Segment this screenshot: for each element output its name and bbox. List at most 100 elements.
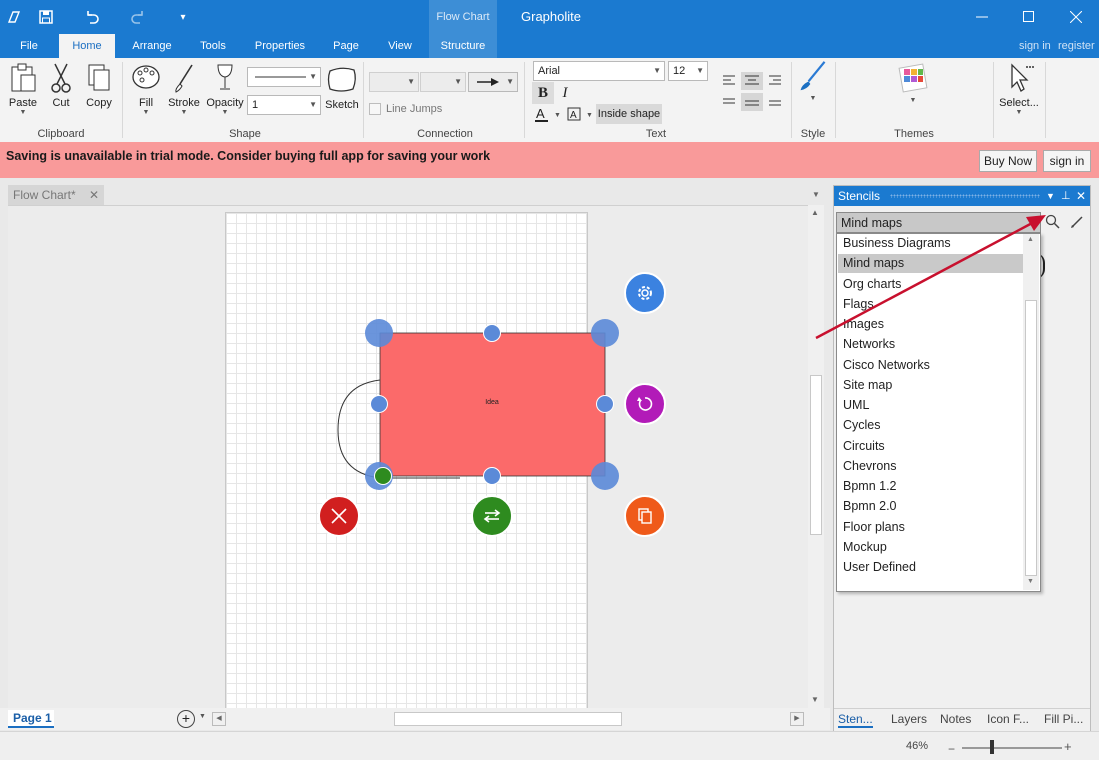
- connection-point-handle[interactable]: [374, 467, 392, 485]
- swap-shape-button[interactable]: [471, 495, 513, 537]
- vertical-scroll-thumb[interactable]: [810, 375, 822, 535]
- align-center-top-button[interactable]: [741, 72, 763, 90]
- resize-handle-bottom-right[interactable]: [591, 462, 619, 490]
- scroll-down-icon[interactable]: ▼: [811, 695, 819, 704]
- tab-view[interactable]: View: [380, 34, 420, 58]
- scroll-left-icon[interactable]: ◀: [212, 712, 226, 726]
- close-icon[interactable]: [1053, 0, 1099, 34]
- tab-file[interactable]: File: [8, 34, 50, 58]
- opacity-button[interactable]: Opacity ▼: [205, 62, 245, 116]
- horizontal-scroll-thumb[interactable]: [394, 712, 622, 726]
- stencil-item-mockup[interactable]: Mockup: [842, 538, 1023, 557]
- register-link[interactable]: register: [1058, 40, 1095, 52]
- panel-tab-stencils[interactable]: Sten...: [838, 712, 873, 728]
- panel-tab-layers[interactable]: Layers: [891, 712, 927, 726]
- connection-end-select[interactable]: ▼: [420, 72, 466, 92]
- page-menu-icon[interactable]: ▼: [199, 713, 206, 720]
- zoom-out-icon[interactable]: −: [948, 742, 955, 756]
- paste-button[interactable]: Paste ▼: [6, 62, 40, 116]
- style-button[interactable]: ▼: [795, 60, 831, 102]
- page-tab[interactable]: Page 1: [8, 710, 54, 728]
- text-background-button[interactable]: A ▼: [566, 106, 596, 124]
- resize-handle-top[interactable]: [483, 324, 501, 342]
- document-tab[interactable]: Flow Chart* ✕: [8, 185, 104, 205]
- line-width-select[interactable]: 1 ▼: [247, 95, 321, 115]
- align-right-bottom-button[interactable]: [765, 93, 785, 111]
- sign-in-link[interactable]: sign in: [1019, 40, 1051, 52]
- close-tab-icon[interactable]: ✕: [89, 185, 99, 205]
- inside-shape-button[interactable]: Inside shape: [596, 104, 662, 124]
- bold-button[interactable]: B: [532, 82, 554, 104]
- minimize-icon[interactable]: [959, 0, 1005, 34]
- maximize-icon[interactable]: [1006, 0, 1052, 34]
- panel-menu-icon[interactable]: ▼: [1046, 186, 1055, 206]
- stencil-item-circuits[interactable]: Circuits: [842, 437, 1023, 456]
- ribbon-tab-bar: File Home Arrange Tools Properties Page …: [0, 34, 1099, 58]
- shape-settings-button[interactable]: [624, 272, 666, 314]
- panel-close-icon[interactable]: ✕: [1076, 186, 1086, 206]
- font-family-select[interactable]: Arial ▼: [533, 61, 665, 81]
- save-icon[interactable]: [34, 5, 58, 29]
- resize-handle-right[interactable]: [596, 395, 614, 413]
- sketch-button[interactable]: Sketch: [325, 64, 359, 111]
- italic-button[interactable]: I: [556, 82, 574, 104]
- stencil-item-floor-plans[interactable]: Floor plans: [842, 518, 1023, 537]
- tab-home[interactable]: Home: [59, 34, 115, 58]
- align-left-bottom-button[interactable]: [719, 93, 739, 111]
- zoom-slider-thumb[interactable]: [990, 740, 994, 754]
- stencil-item-uml[interactable]: UML: [842, 396, 1023, 415]
- stencil-item-cycles[interactable]: Cycles: [842, 416, 1023, 435]
- tab-structure[interactable]: Structure: [429, 34, 497, 58]
- font-size-select[interactable]: 12 ▼: [668, 61, 708, 81]
- select-button[interactable]: Select... ▼: [999, 62, 1039, 116]
- panel-tab-icon-font[interactable]: Icon F...: [987, 712, 1029, 726]
- align-left-icon: [723, 75, 735, 85]
- arrow-style-select[interactable]: ▼: [468, 72, 518, 92]
- stroke-button[interactable]: Stroke ▼: [167, 62, 201, 116]
- scroll-right-icon[interactable]: ▶: [790, 712, 804, 726]
- line-jumps-checkbox[interactable]: [369, 103, 381, 115]
- stencil-item-site-map[interactable]: Site map: [842, 376, 1023, 395]
- font-color-button[interactable]: A ▼: [534, 106, 564, 124]
- tab-overflow-icon[interactable]: ▼: [812, 190, 820, 199]
- stencil-item-bpmn-2-0[interactable]: Bpmn 2.0: [842, 497, 1023, 516]
- panel-tab-notes[interactable]: Notes: [940, 712, 971, 726]
- resize-handle-left[interactable]: [370, 395, 388, 413]
- pin-icon[interactable]: ⊥: [1061, 186, 1071, 206]
- align-center-bottom-button[interactable]: [741, 93, 763, 111]
- add-page-icon[interactable]: +: [177, 710, 195, 728]
- panel-grip[interactable]: [890, 194, 1040, 198]
- stencil-item-bpmn-1-2[interactable]: Bpmn 1.2: [842, 477, 1023, 496]
- delete-shape-button[interactable]: [318, 495, 360, 537]
- align-right-top-button[interactable]: [765, 72, 785, 90]
- buy-now-button[interactable]: Buy Now: [979, 150, 1037, 172]
- tab-arrange[interactable]: Arrange: [124, 34, 180, 58]
- align-left-top-button[interactable]: [719, 72, 739, 90]
- tab-tools[interactable]: Tools: [190, 34, 236, 58]
- stencil-item-cisco-networks[interactable]: Cisco Networks: [842, 356, 1023, 375]
- rotate-button[interactable]: [624, 383, 666, 425]
- copy-button[interactable]: Copy: [84, 62, 114, 109]
- redo-icon[interactable]: [126, 5, 150, 29]
- undo-icon[interactable]: [80, 5, 104, 29]
- zoom-in-icon[interactable]: +: [1064, 739, 1072, 754]
- tab-properties[interactable]: Properties: [249, 34, 311, 58]
- panel-tab-fill-picker[interactable]: Fill Pi...: [1044, 712, 1083, 726]
- zoom-slider-track[interactable]: [962, 747, 1062, 749]
- banner-sign-in-button[interactable]: sign in: [1043, 150, 1091, 172]
- resize-handle-top-right[interactable]: [591, 319, 619, 347]
- themes-button[interactable]: ▼: [893, 62, 933, 104]
- resize-handle-bottom[interactable]: [483, 467, 501, 485]
- edit-pencil-icon[interactable]: [1069, 214, 1085, 230]
- tab-page[interactable]: Page: [324, 34, 368, 58]
- connection-start-select[interactable]: ▼: [369, 72, 419, 92]
- customize-icon[interactable]: ▾: [171, 5, 195, 29]
- stencil-item-user-defined[interactable]: User Defined: [842, 558, 1023, 577]
- fill-button[interactable]: Fill ▼: [130, 62, 162, 116]
- cut-button[interactable]: Cut: [46, 62, 76, 109]
- duplicate-shape-button[interactable]: [624, 495, 666, 537]
- line-style-select[interactable]: ▼: [247, 67, 321, 87]
- stencil-item-chevrons[interactable]: Chevrons: [842, 457, 1023, 476]
- dropdown-scroll-down-icon[interactable]: ▼: [1027, 578, 1034, 585]
- resize-handle-top-left[interactable]: [365, 319, 393, 347]
